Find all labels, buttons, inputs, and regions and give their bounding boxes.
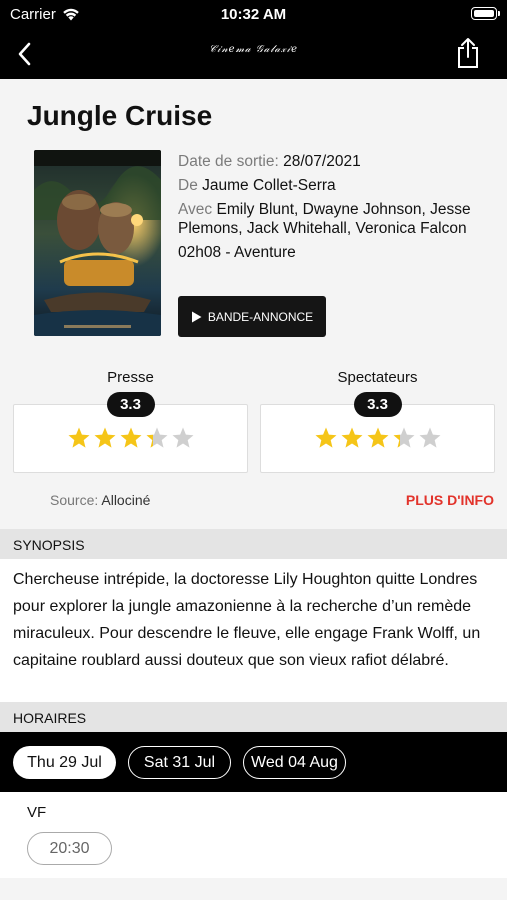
- cast-row: Avec Emily Blunt, Dwayne Johnson, Jesse …: [178, 200, 488, 238]
- press-rating-label: Presse: [107, 369, 154, 386]
- star-icon: [120, 427, 141, 448]
- star-icon: [315, 427, 336, 448]
- star-icon: [419, 427, 440, 448]
- cast-label: Avec: [178, 201, 213, 218]
- status-bar: Carrier 10:32 AM: [0, 0, 507, 28]
- press-rating-card: 3.3: [13, 392, 248, 473]
- audience-stars: [261, 426, 494, 450]
- movie-info: Date de sortie: 28/07/2021 De Jaume Coll…: [178, 152, 488, 267]
- release-label: Date de sortie:: [178, 153, 279, 170]
- press-stars: [14, 426, 247, 450]
- duration-genre: 02h08 - Aventure: [178, 244, 296, 261]
- bottom-spacer: [0, 878, 507, 900]
- star-icon: [341, 427, 362, 448]
- movie-poster: [34, 150, 161, 336]
- synopsis-header: SYNOPSIS: [0, 529, 507, 559]
- cast-names: Emily Blunt, Dwayne Johnson, Jesse Plemo…: [178, 201, 471, 237]
- director-row: De Jaume Collet-Serra: [178, 176, 488, 195]
- trailer-button[interactable]: BANDE-ANNONCE: [178, 296, 326, 337]
- star-icon: [146, 427, 167, 448]
- date-chip-3[interactable]: Wed 04 Aug: [243, 746, 346, 779]
- showtimes-panel: VF 20:30: [0, 792, 507, 878]
- audience-score-badge: 3.3: [353, 392, 402, 417]
- schedule-header: HORAIRES: [0, 702, 507, 732]
- date-selector: Thu 29 Jul Sat 31 Jul Wed 04 Aug: [0, 732, 507, 792]
- star-icon: [393, 427, 414, 448]
- star-icon: [94, 427, 115, 448]
- play-icon: [191, 311, 202, 322]
- movie-title: Jungle Cruise: [27, 100, 213, 131]
- clock: 10:32 AM: [220, 6, 287, 23]
- navigation-bar: 𝒞𝒾𝓃𝑒𝓂𝒶 𝒢𝒶𝓁𝒶𝓍𝒾𝑒: [0, 28, 507, 79]
- poster-image: [34, 150, 161, 336]
- audience-rating-card: 3.3: [260, 392, 495, 473]
- release-date: 28/07/2021: [283, 153, 361, 170]
- audience-rating-label: Spectateurs: [337, 369, 418, 386]
- version-label: VF: [27, 804, 47, 821]
- trailer-label: BANDE-ANNONCE: [207, 309, 314, 324]
- director-name: Jaume Collet-Serra: [202, 177, 336, 194]
- director-label: De: [178, 177, 198, 194]
- rating-source: Source: Allociné: [50, 492, 150, 508]
- showtime-button[interactable]: 20:30: [27, 832, 112, 865]
- date-chip-1[interactable]: Thu 29 Jul: [13, 746, 116, 779]
- battery-icon: [471, 7, 500, 20]
- star-icon: [367, 427, 388, 448]
- share-icon: [458, 38, 478, 68]
- press-score-badge: 3.3: [106, 392, 155, 417]
- star-icon: [172, 427, 193, 448]
- source-value: Allociné: [101, 492, 151, 508]
- audience-rating: Spectateurs 3.3: [260, 369, 495, 473]
- movie-header: Jungle Cruise Date de sortie: 28/07/2021…: [0, 79, 507, 529]
- star-icon: [68, 427, 89, 448]
- more-info-link[interactable]: PLUS D'INFO: [406, 492, 494, 508]
- synopsis-text: Chercheuse intrépide, la doctoresse Lily…: [0, 559, 507, 702]
- source-label: Source:: [50, 492, 99, 508]
- date-chip-2[interactable]: Sat 31 Jul: [128, 746, 231, 779]
- release-row: Date de sortie: 28/07/2021: [178, 152, 488, 171]
- share-button[interactable]: [453, 36, 483, 70]
- press-rating: Presse 3.3: [13, 369, 248, 473]
- app-logo: 𝒞𝒾𝓃𝑒𝓂𝒶 𝒢𝒶𝓁𝒶𝓍𝒾𝑒: [208, 44, 298, 55]
